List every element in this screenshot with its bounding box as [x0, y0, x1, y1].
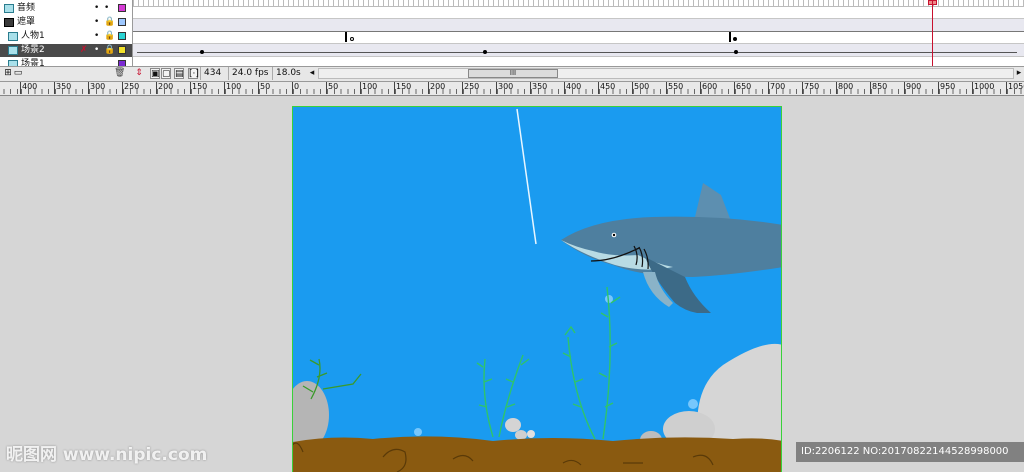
keyframe-dot[interactable]: [733, 37, 737, 41]
layer-color-swatch[interactable]: [118, 46, 126, 54]
ruler-label: 200: [430, 82, 446, 91]
timeline-toolbar: ⊞ ▭ 🗑 ⇕ ▣ ▢ ▤ [·] 434 24.0 fps 18.0s ◂ I…: [0, 66, 1024, 82]
layer-color-swatch[interactable]: [118, 18, 126, 26]
delete-layer-icon[interactable]: 🗑: [114, 68, 125, 79]
ruler-label: 500: [634, 82, 650, 91]
current-frame-field[interactable]: 434: [200, 67, 224, 80]
timeline-scrollbar[interactable]: [318, 68, 1014, 79]
ruler-label: 150: [396, 82, 412, 91]
add-folder-icon[interactable]: ▭: [13, 68, 23, 79]
mask-layer-icon: [4, 18, 14, 27]
visibility-dot-icon[interactable]: •: [94, 16, 99, 29]
frame-rate-field[interactable]: 24.0 fps: [228, 67, 271, 80]
pebble-3: [527, 430, 535, 438]
layer-icon: [8, 46, 18, 55]
ruler-label: 850: [872, 82, 888, 91]
elapsed-time-field: 18.0s: [272, 67, 304, 80]
tween-line: [137, 52, 1017, 53]
watermark-id: ID:2206122 NO:20170822144528998000: [796, 442, 1024, 462]
stage-artwork: [293, 107, 781, 472]
frame-row-character1[interactable]: [133, 31, 1024, 44]
edit-pencil-icon: ✗: [80, 45, 88, 55]
ruler-label: 1050: [1008, 82, 1024, 91]
layer-row-mask[interactable]: 遮罩 • 🔒: [0, 16, 132, 29]
stage-canvas[interactable]: [292, 107, 782, 472]
visibility-dot-icon[interactable]: •: [94, 2, 99, 15]
add-layer-icon[interactable]: ⊞: [3, 68, 13, 79]
playhead-line[interactable]: [932, 0, 933, 66]
layer-list: 音频 • • 遮罩 • 🔒 人物1 • 🔒 场景2 ✗ • 🔒 场景1: [0, 0, 133, 66]
scroll-left-arrow-icon[interactable]: ◂: [308, 68, 316, 79]
layer-name: 音频: [17, 3, 36, 13]
ruler-label: 550: [668, 82, 684, 91]
layer-row-character1[interactable]: 人物1 • 🔒: [0, 30, 132, 43]
ruler-label: 350: [532, 82, 548, 91]
ruler-label: 600: [702, 82, 718, 91]
bubble: [414, 428, 422, 436]
scrollbar-thumb[interactable]: III: [468, 69, 558, 78]
ruler-label: 100: [226, 82, 242, 91]
timeline-panel: 音频 • • 遮罩 • 🔒 人物1 • 🔒 场景2 ✗ • 🔒 场景1: [0, 0, 1024, 70]
layer-color-swatch[interactable]: [118, 32, 126, 40]
ruler-label: 350: [56, 82, 72, 91]
ruler-label: 450: [600, 82, 616, 91]
ruler-label: 250: [464, 82, 480, 91]
ruler-label: 650: [736, 82, 752, 91]
keyframe-marker[interactable]: [345, 32, 347, 42]
pebble-1: [505, 418, 521, 432]
ruler-label: 800: [838, 82, 854, 91]
layer-row-scene2[interactable]: 场景2 ✗ • 🔒: [0, 44, 132, 57]
lock-icon[interactable]: 🔒: [104, 30, 115, 43]
ruler-label: 900: [906, 82, 922, 91]
ruler-label: 400: [22, 82, 38, 91]
ruler-label: 50: [260, 82, 271, 91]
ruler-label: 150: [192, 82, 208, 91]
layer-icon: [4, 4, 14, 13]
keyframe-dot[interactable]: [200, 50, 204, 54]
frame-row-audio[interactable]: [133, 6, 1024, 19]
visibility-dot-icon[interactable]: •: [94, 44, 99, 57]
ruler-label: 400: [566, 82, 582, 91]
modify-markers-icon[interactable]: [·]: [188, 68, 199, 79]
ruler-label: 50: [328, 82, 339, 91]
onion-skin-icon[interactable]: ▣: [150, 68, 160, 79]
watermark-logo: 昵图网 www.nipic.com: [6, 445, 208, 465]
layer-row-audio[interactable]: 音频 • •: [0, 2, 132, 15]
layer-row-scene1[interactable]: 场景1: [0, 58, 132, 66]
ruler-label: 100: [362, 82, 378, 91]
ruler-label: 1000: [974, 82, 995, 91]
keyframe-marker[interactable]: [729, 32, 731, 42]
center-frame-icon[interactable]: ⇕: [134, 68, 144, 79]
layer-name: 场景2: [21, 45, 45, 55]
lock-dot-icon[interactable]: •: [104, 2, 109, 15]
ruler-label: 250: [124, 82, 140, 91]
layer-name: 场景1: [21, 59, 45, 66]
bubble: [688, 399, 698, 409]
keyframe-dot[interactable]: [483, 50, 487, 54]
ruler-label: 950: [940, 82, 956, 91]
edit-multiple-frames-icon[interactable]: ▤: [174, 68, 184, 79]
layer-icon: [8, 32, 18, 41]
keyframe-dot[interactable]: [734, 50, 738, 54]
frame-row-scene2[interactable]: [133, 44, 1024, 57]
pebble-2: [515, 430, 527, 440]
keyframe-dot[interactable]: [350, 37, 354, 41]
layer-name: 人物1: [21, 31, 45, 41]
onion-outline-icon[interactable]: ▢: [161, 68, 171, 79]
lock-icon[interactable]: 🔒: [104, 16, 115, 29]
ruler-label: 700: [770, 82, 786, 91]
frame-grid[interactable]: [133, 0, 1024, 70]
horizontal-ruler: 400 350 300 250 200 150 100 50 0 50 100 150 200 250 30…: [0, 82, 1024, 96]
scroll-right-arrow-icon[interactable]: ▸: [1015, 68, 1023, 79]
seabed: [293, 436, 781, 472]
visibility-dot-icon[interactable]: •: [94, 30, 99, 43]
ruler-label: 0: [294, 82, 300, 91]
lock-icon[interactable]: 🔒: [104, 44, 115, 57]
ruler-label: 300: [498, 82, 514, 91]
ruler-label: 750: [804, 82, 820, 91]
layer-color-swatch[interactable]: [118, 4, 126, 12]
ruler-label: 200: [158, 82, 174, 91]
layer-name: 遮罩: [17, 17, 36, 27]
ruler-label: 300: [90, 82, 106, 91]
